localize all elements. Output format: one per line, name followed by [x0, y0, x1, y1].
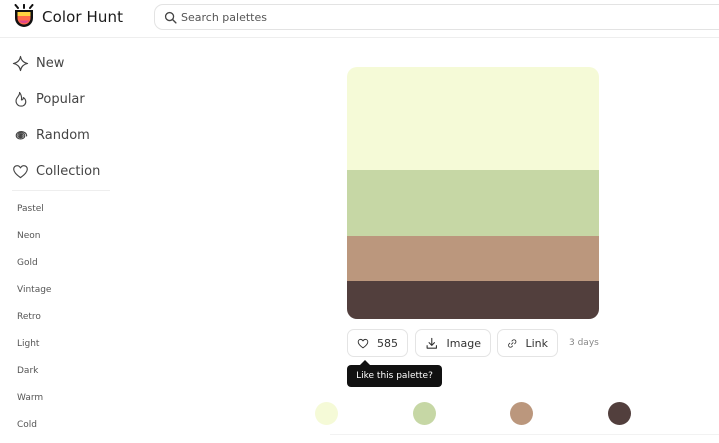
tag-neon[interactable]: Neon: [17, 231, 40, 241]
brand-name: Color Hunt: [42, 8, 124, 26]
image-label: Image: [446, 336, 481, 350]
flame-icon: [15, 91, 27, 107]
search-input[interactable]: [181, 8, 681, 26]
nav-item-new[interactable]: New: [12, 51, 64, 75]
tag-retro[interactable]: Retro: [17, 312, 41, 322]
nav-item-collection[interactable]: Collection: [12, 159, 100, 183]
nav-label: Random: [36, 127, 90, 143]
header: Color Hunt: [0, 0, 719, 38]
like-tooltip: Like this palette?: [347, 360, 442, 387]
palette-card[interactable]: [347, 67, 599, 319]
sidebar: New Popular Random Collection Pastel Neo…: [0, 38, 120, 443]
next-palette-color-1[interactable]: [315, 402, 338, 425]
nav-label: Popular: [36, 91, 85, 107]
palette-swatch-4[interactable]: [347, 281, 599, 319]
heart-icon: [13, 164, 28, 178]
link-label: Link: [525, 336, 548, 350]
palette-age: 3 days: [569, 338, 599, 348]
nav-label: Collection: [36, 163, 101, 179]
palette-swatch-3[interactable]: [347, 236, 599, 281]
palette-swatch-2[interactable]: [347, 170, 599, 236]
like-count: 585: [377, 336, 398, 350]
link-button[interactable]: Link: [497, 329, 558, 357]
spiral-icon: [15, 130, 28, 139]
tag-dark[interactable]: Dark: [17, 366, 38, 376]
logo[interactable]: Color Hunt: [12, 4, 123, 30]
tag-warm[interactable]: Warm: [17, 393, 43, 403]
tag-cold[interactable]: Cold: [17, 420, 37, 430]
section-divider: [330, 434, 719, 435]
image-button[interactable]: Image: [415, 329, 491, 357]
next-palette-color-3[interactable]: [510, 402, 533, 425]
link-icon: [508, 338, 517, 348]
tag-pastel[interactable]: Pastel: [17, 204, 44, 214]
nav-label: New: [36, 55, 65, 71]
next-palette-color-2[interactable]: [413, 402, 436, 425]
tag-vintage[interactable]: Vintage: [17, 285, 51, 295]
nav-item-popular[interactable]: Popular: [12, 87, 85, 111]
heart-icon: [357, 338, 369, 348]
search-icon: [164, 11, 177, 24]
next-palette-color-4[interactable]: [608, 402, 631, 425]
tooltip-text: Like this palette?: [356, 371, 433, 381]
palette-swatch-1[interactable]: [347, 67, 599, 170]
sidebar-divider: [12, 190, 110, 191]
tag-gold[interactable]: Gold: [17, 258, 38, 268]
nav-item-random[interactable]: Random: [12, 123, 90, 147]
download-icon: [426, 337, 437, 349]
logo-icon: [14, 4, 34, 27]
tag-light[interactable]: Light: [17, 339, 39, 349]
like-button[interactable]: 585: [347, 329, 408, 357]
search-box[interactable]: [154, 4, 719, 30]
sparkle-icon: [12, 55, 29, 71]
